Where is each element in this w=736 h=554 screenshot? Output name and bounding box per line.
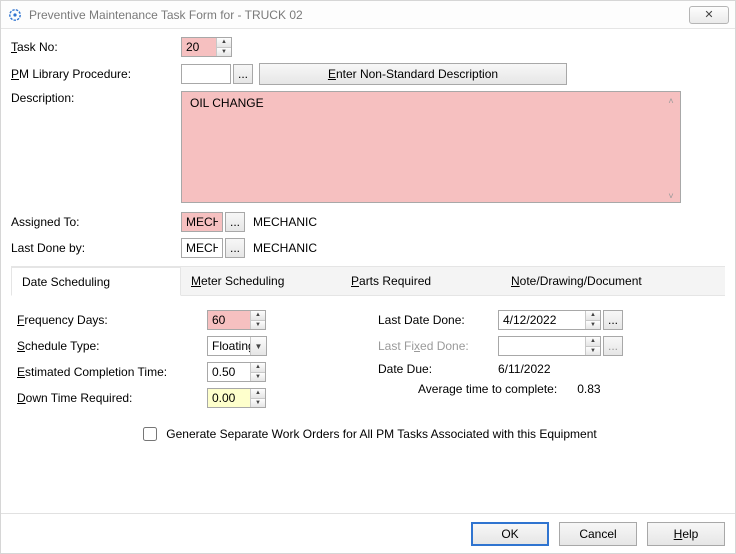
dialog-footer: OK Cancel Help [1,513,735,553]
last-date-done-label: Last Date Done: [378,313,498,327]
ellipsis-icon: ... [608,313,618,327]
description-textarea[interactable] [181,91,681,203]
spin-up-icon[interactable]: ▲ [586,311,600,320]
close-icon: ✕ [704,8,713,21]
spin-down-icon[interactable]: ▼ [251,372,265,382]
last-date-done-spinner[interactable]: ▲▼ [498,310,601,330]
app-icon [7,7,23,23]
tab-meter-scheduling[interactable]: Meter Scheduling [181,267,341,295]
average-time-label: Average time to complete: [418,382,557,396]
schedule-type-select[interactable]: Floating ▼ [207,336,267,356]
spin-up-icon[interactable]: ▲ [251,389,265,398]
tab-body-date-scheduling: Frequency Days: ▲▼ Schedule Type: Floati… [11,296,725,450]
ellipsis-icon: ... [230,215,240,229]
help-button[interactable]: Help [647,522,725,546]
date-due-label: Date Due: [378,362,498,376]
pm-library-input[interactable] [181,64,231,84]
schedule-type-label: Schedule Type: [17,339,207,353]
tab-strip: Date Scheduling Meter Scheduling Parts R… [11,266,725,296]
tab-parts-required[interactable]: Parts Required [341,267,501,295]
assigned-to-name: MECHANIC [253,215,317,229]
down-time-required-input[interactable] [208,389,250,407]
generate-separate-work-orders-checkbox[interactable] [143,427,157,441]
estimated-completion-time-label: Estimated Completion Time: [17,365,207,379]
last-date-done-browse-button[interactable]: ... [603,310,623,330]
window-title: Preventive Maintenance Task Form for - T… [29,8,683,22]
last-fixed-done-label: Last Fixed Done: [378,339,498,353]
spin-down-icon[interactable]: ▼ [217,47,231,57]
assigned-to-label: Assigned To: [11,215,181,229]
spin-up-icon[interactable]: ▲ [251,311,265,320]
last-fixed-done-input[interactable] [499,337,585,355]
last-done-by-browse-button[interactable]: ... [225,238,245,258]
schedule-type-value: Floating [208,337,250,355]
average-time-value: 0.83 [577,382,600,396]
chevron-down-icon: ▼ [250,337,266,355]
window-frame: Preventive Maintenance Task Form for - T… [0,0,736,554]
spin-down-icon[interactable]: ▼ [586,320,600,330]
last-done-by-name: MECHANIC [253,241,317,255]
description-label: Description: [11,91,181,105]
ok-button[interactable]: OK [471,522,549,546]
pm-library-browse-button[interactable]: ... [233,64,253,84]
frequency-days-spinner[interactable]: ▲▼ [207,310,266,330]
tab-note-drawing-document[interactable]: Note/Drawing/Document [501,267,725,295]
assigned-to-browse-button[interactable]: ... [225,212,245,232]
task-no-input[interactable] [182,38,216,56]
titlebar: Preventive Maintenance Task Form for - T… [1,1,735,29]
frequency-days-label: Frequency Days: [17,313,207,327]
enter-nonstandard-button[interactable]: Enter Non-Standard Description [259,63,567,85]
assigned-to-input[interactable] [181,212,223,232]
spin-down-icon[interactable]: ▼ [251,398,265,408]
ellipsis-icon: ... [230,241,240,255]
frequency-days-input[interactable] [208,311,250,329]
form-content: Task No: ▲ ▼ PM Library Procedure: ... E… [1,29,735,513]
pm-library-label: PM Library Procedure: [11,67,181,81]
spin-up-icon[interactable]: ▲ [217,38,231,47]
last-fixed-done-browse-button: ... [603,336,623,356]
spin-down-icon[interactable]: ▼ [586,346,600,356]
last-done-by-input[interactable] [181,238,223,258]
cancel-button[interactable]: Cancel [559,522,637,546]
task-no-label: Task No: [11,40,181,54]
estimated-completion-time-spinner[interactable]: ▲▼ [207,362,266,382]
ellipsis-icon: ... [608,339,618,353]
date-due-value: 6/11/2022 [498,362,551,376]
tab-date-scheduling[interactable]: Date Scheduling [11,267,181,296]
last-fixed-done-spinner[interactable]: ▲▼ [498,336,601,356]
last-done-by-label: Last Done by: [11,241,181,255]
down-time-required-spinner[interactable]: ▲▼ [207,388,266,408]
spin-up-icon[interactable]: ▲ [586,337,600,346]
spin-down-icon[interactable]: ▼ [251,320,265,330]
down-time-required-label: Down Time Required: [17,391,207,405]
generate-separate-work-orders-label: Generate Separate Work Orders for All PM… [166,427,596,441]
spin-up-icon[interactable]: ▲ [251,363,265,372]
last-date-done-input[interactable] [499,311,585,329]
ellipsis-icon: ... [238,67,248,81]
estimated-completion-time-input[interactable] [208,363,250,381]
window-close-button[interactable]: ✕ [689,6,729,24]
task-no-spinner[interactable]: ▲ ▼ [181,37,232,57]
